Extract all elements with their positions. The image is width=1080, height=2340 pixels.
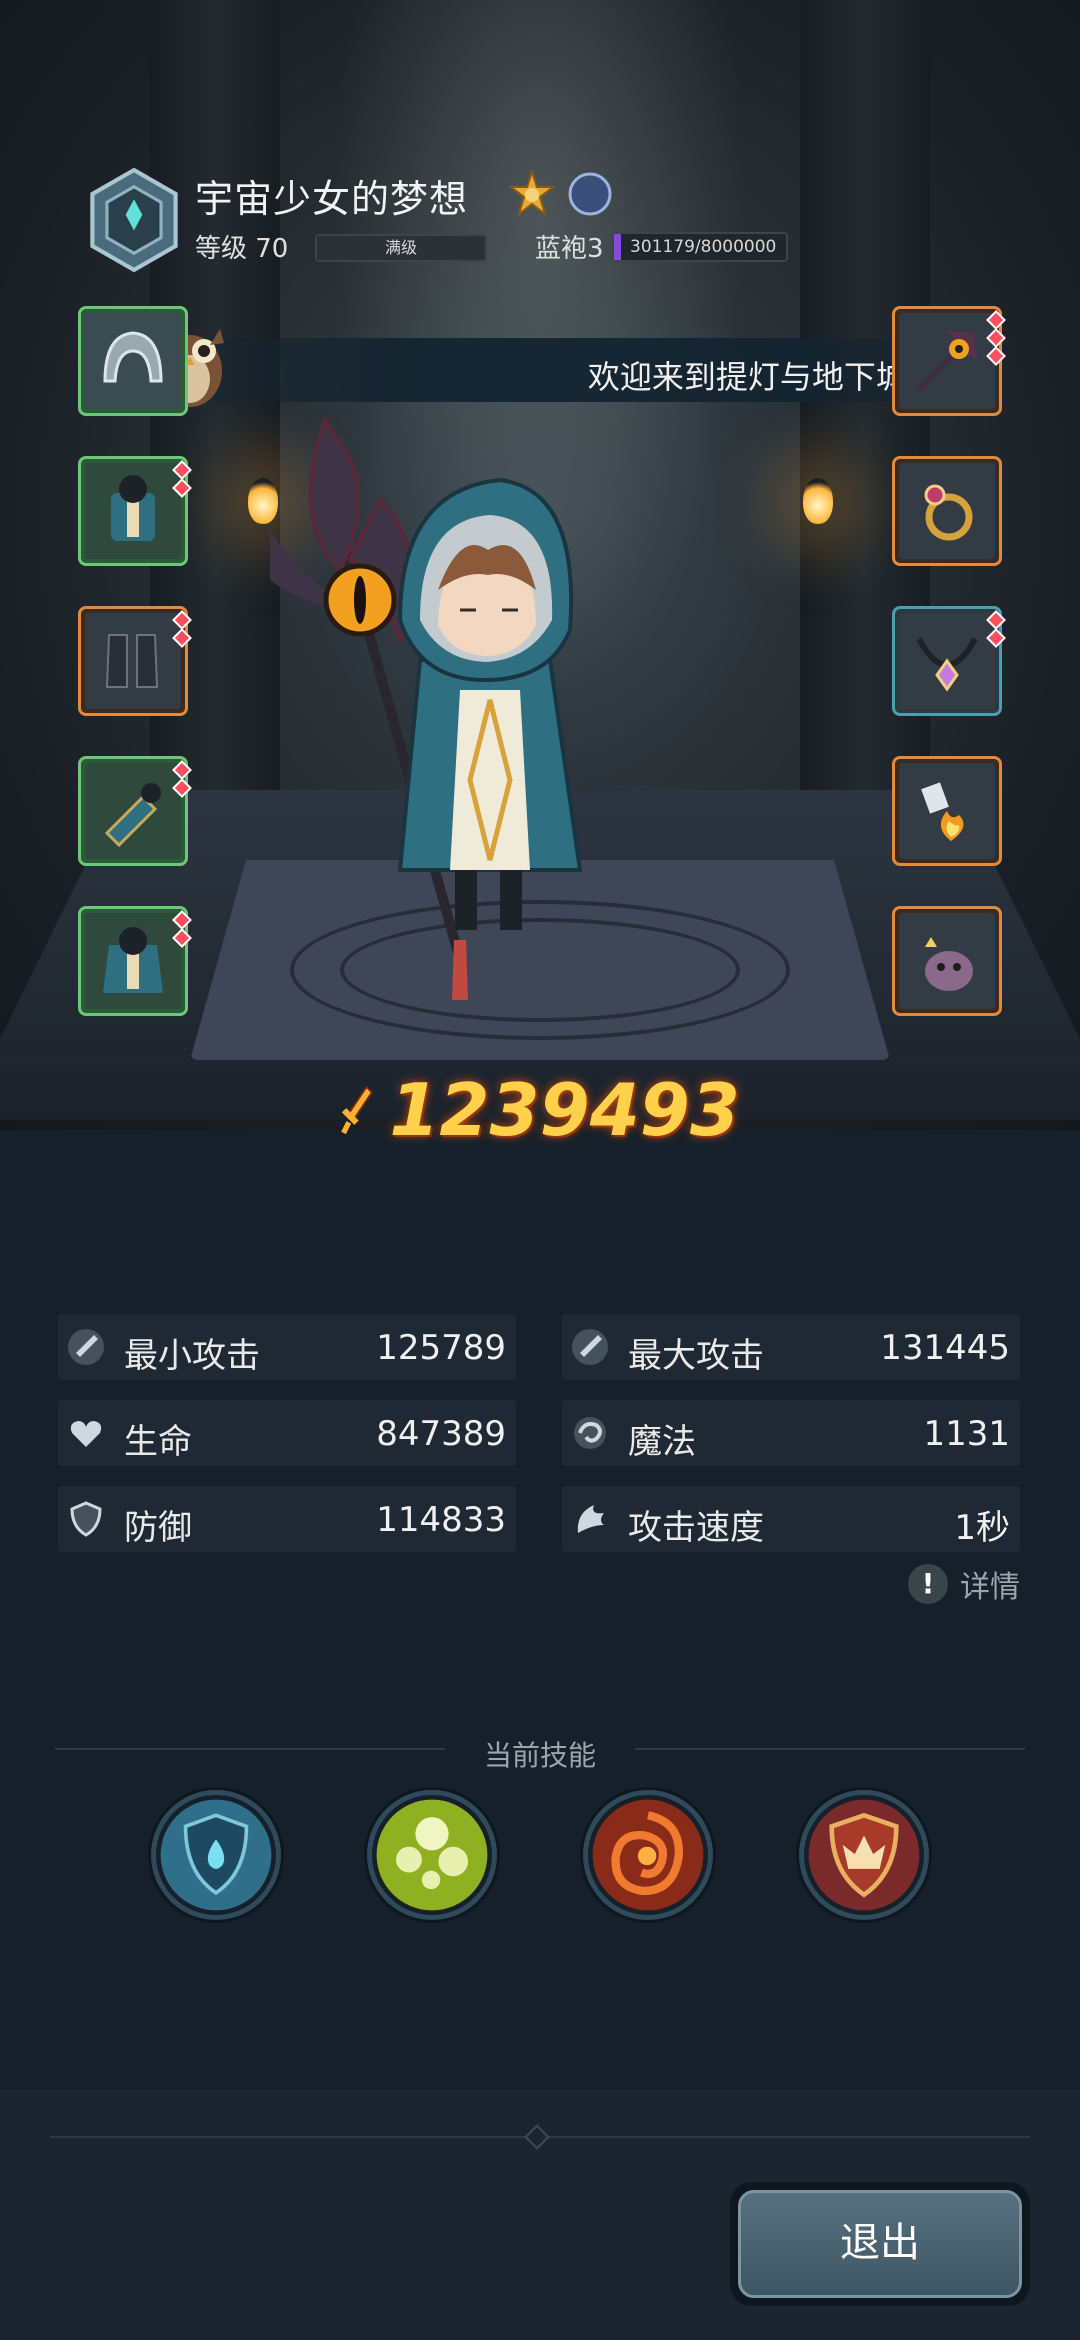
stat-attack-speed: 攻击速度 1秒 <box>562 1486 1020 1552</box>
equip-slot-ring[interactable] <box>892 456 1002 566</box>
details-label: 详情 <box>960 1570 1020 1605</box>
staff-icon <box>914 331 977 394</box>
torch-right-icon <box>803 478 833 524</box>
equip-slot-boots[interactable] <box>78 606 192 716</box>
character-screen: 宇宙少女的梦想 等级 70 满级 蓝袍3 301179/8000000 欢迎来到… <box>0 0 1080 2340</box>
skills-title: 当前技能 <box>483 1739 596 1772</box>
details-button[interactable]: ! 详情 <box>908 1562 1020 1606</box>
stat-value: 847389 <box>376 1414 506 1454</box>
level-label: 等级 70 <box>195 234 289 264</box>
combat-power-value: 1239493 <box>389 1068 740 1152</box>
exclamation-icon: ! <box>908 1564 948 1604</box>
exit-label: 退出 <box>738 2190 1022 2298</box>
helmet-icon <box>103 331 163 383</box>
sun-badge-icon[interactable] <box>508 170 556 218</box>
magic-swirl-icon <box>574 1417 606 1449</box>
stat-value: 125789 <box>376 1328 506 1368</box>
bracer-icon <box>104 783 161 848</box>
stat-label: 生命 <box>124 1422 192 1462</box>
stat-magic: 魔法 1131 <box>562 1400 1020 1466</box>
stat-value: 1131 <box>923 1414 1010 1454</box>
equip-slot-cloak[interactable] <box>78 906 192 1016</box>
rank-progress-text: 301179/8000000 <box>630 237 777 257</box>
equip-slot-necklace[interactable] <box>892 606 1006 716</box>
ring-icon <box>924 484 973 541</box>
armor-icon <box>111 475 155 541</box>
pet-icon <box>925 937 973 991</box>
welcome-banner: 欢迎来到提灯与地下城, <box>160 338 930 402</box>
bubbles-icon[interactable] <box>367 1790 497 1920</box>
level-bar: 满级 <box>315 234 487 262</box>
sword-icon <box>68 1329 104 1365</box>
stat-hp: 生命 847389 <box>58 1400 516 1466</box>
sword-power-icon <box>341 1085 373 1135</box>
rank-progress-fill <box>614 234 621 260</box>
equip-slot-armor[interactable] <box>78 456 192 566</box>
stat-value: 1秒 <box>954 1508 1010 1548</box>
stat-label: 最小攻击 <box>124 1336 260 1376</box>
wing-icon <box>577 1505 604 1533</box>
equip-slot-amulet[interactable] <box>892 756 1002 866</box>
necklace-icon <box>916 637 978 692</box>
equip-slot-bracer[interactable] <box>78 756 192 866</box>
flame-talisman-icon <box>921 782 964 841</box>
equip-slot-weapon[interactable] <box>892 306 1006 416</box>
rank-emblem-icon[interactable] <box>82 168 186 272</box>
water-shield-icon[interactable] <box>151 1790 281 1920</box>
stat-value: 131445 <box>880 1328 1010 1368</box>
player-name: 宇宙少女的梦想 <box>195 177 469 221</box>
exit-button[interactable]: 退出 <box>730 2182 1030 2306</box>
combat-power: 1239493 <box>340 1068 740 1152</box>
equip-slot-helmet[interactable] <box>78 306 188 416</box>
heart-icon <box>70 1421 102 1447</box>
stat-label: 最大攻击 <box>628 1336 764 1376</box>
hero-character <box>270 415 583 1000</box>
moon-badge-icon[interactable] <box>566 170 614 218</box>
stat-defense: 防御 114833 <box>58 1486 516 1552</box>
stat-value: 114833 <box>376 1500 506 1540</box>
cloak-icon <box>103 927 163 993</box>
rank-progress-bar: 301179/8000000 <box>612 232 788 262</box>
stat-label: 魔法 <box>628 1422 696 1462</box>
sword-icon <box>572 1329 608 1365</box>
banner-text: 欢迎来到提灯与地下城, <box>587 358 918 396</box>
shield-icon <box>70 1501 102 1537</box>
stat-label: 防御 <box>124 1508 192 1548</box>
skills-section-header: 当前技能 <box>55 1734 1025 1772</box>
flame-shield-icon[interactable] <box>799 1790 929 1920</box>
fire-vortex-icon[interactable] <box>583 1790 713 1920</box>
stat-min-attack: 最小攻击 125789 <box>58 1314 516 1380</box>
stat-label: 攻击速度 <box>628 1508 764 1548</box>
equip-slot-pet[interactable] <box>892 906 1002 1016</box>
rank-label: 蓝袍3 <box>535 234 604 264</box>
boots-icon <box>105 634 159 688</box>
stat-max-attack: 最大攻击 131445 <box>562 1314 1020 1380</box>
